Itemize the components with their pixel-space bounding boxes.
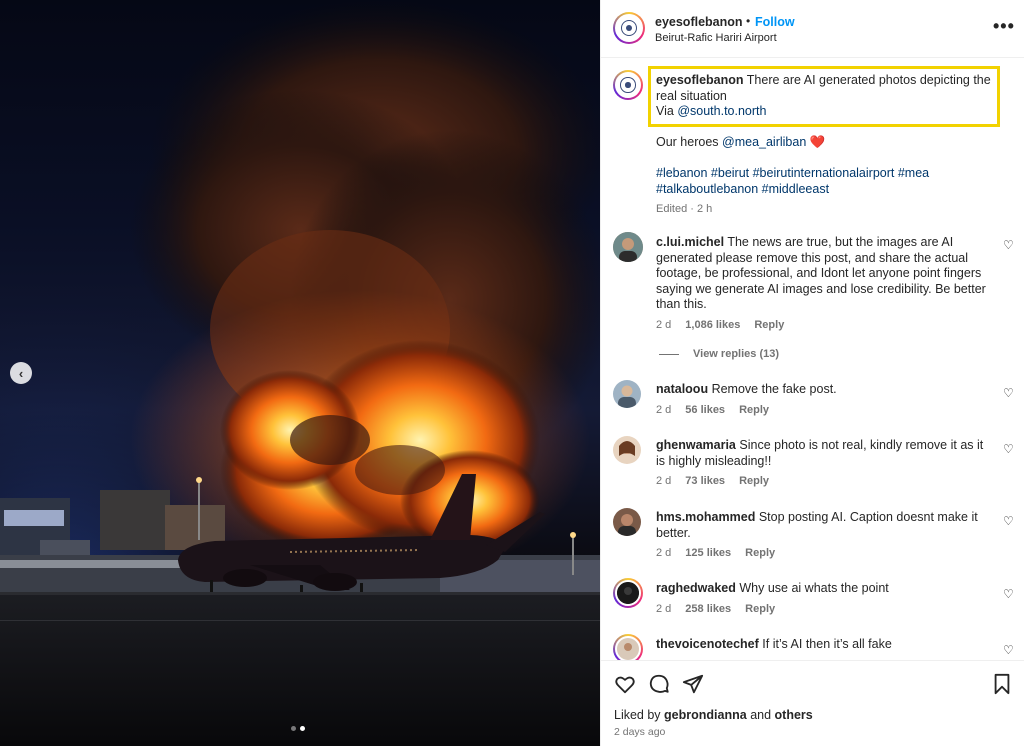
author-username[interactable]: eyesoflebanon: [655, 15, 743, 29]
comment-meta: 2 d 73 likes Reply: [656, 475, 769, 487]
carousel-dot: [291, 726, 296, 731]
comment-body: thevoicenotechef If it’s AI then it’s al…: [656, 637, 991, 653]
commenter-username[interactable]: raghedwaked: [656, 581, 736, 595]
comment-time: 2 d: [656, 603, 672, 615]
heroes-text: Our heroes: [656, 135, 719, 149]
commenter-username[interactable]: thevoicenotechef: [656, 637, 759, 651]
post-image[interactable]: ‹: [0, 0, 600, 746]
replies-divider-line: [659, 353, 679, 355]
paper-plane-icon[interactable]: [682, 673, 704, 695]
follow-button[interactable]: Follow: [755, 15, 795, 29]
red-heart-emoji: ❤️: [809, 135, 826, 149]
comment-likes[interactable]: 258 likes: [685, 603, 731, 615]
comment-time: 2 d: [656, 404, 672, 416]
liked-by-prefix: Liked by: [614, 708, 661, 722]
view-replies-button[interactable]: View replies (13): [659, 348, 779, 360]
comment-meta: 2 d 125 likes Reply: [656, 547, 775, 559]
comment-text: Remove the fake post.: [711, 382, 837, 396]
caption-highlight-box: [648, 66, 1000, 127]
heart-outline-icon[interactable]: [614, 673, 636, 695]
reply-button[interactable]: Reply: [745, 547, 775, 559]
commenter-avatar[interactable]: [613, 232, 643, 262]
comment-body: hms.mohammed Stop posting AI. Caption do…: [656, 510, 991, 541]
post-actions-bar: Liked by gebrondianna and others 2 days …: [601, 660, 1024, 746]
post-age: 2 days ago: [614, 726, 666, 738]
caption-avatar[interactable]: [613, 70, 643, 100]
commenter-avatar[interactable]: [613, 578, 643, 608]
comment-bubble-icon[interactable]: [648, 673, 670, 695]
caption-heroes: Our heroes @mea_airliban ❤️: [656, 135, 976, 151]
commenter-avatar[interactable]: [613, 508, 641, 536]
comment-body: nataloou Remove the fake post.: [656, 382, 991, 398]
reply-button[interactable]: Reply: [745, 603, 775, 615]
liked-by-and: and: [750, 708, 772, 722]
liked-by-user-link[interactable]: gebrondianna: [664, 708, 747, 722]
reply-button[interactable]: Reply: [739, 404, 769, 416]
like-comment-heart-icon[interactable]: ♡: [1003, 238, 1014, 252]
header-separator: •: [746, 14, 751, 28]
eye-logo-icon: [620, 77, 636, 93]
comment-meta: 2 d 56 likes Reply: [656, 404, 769, 416]
instagram-post-screenshot: ‹ eyesoflebanon • Follow Beirut-Rafic Ha…: [0, 0, 1024, 746]
post-header: eyesoflebanon • Follow Beirut-Rafic Hari…: [601, 0, 1024, 58]
comment-meta: 2 d 258 likes Reply: [656, 603, 775, 615]
view-replies-label: View replies (13): [693, 348, 780, 360]
commenter-username[interactable]: ghenwamaria: [656, 438, 736, 452]
comment-body: c.lui.michel The news are true, but the …: [656, 235, 991, 313]
bookmark-icon[interactable]: [991, 673, 1013, 695]
comment-body: ghenwamaria Since photo is not real, kin…: [656, 438, 991, 469]
edited-timestamp: Edited · 2 h: [656, 203, 713, 215]
caption-hashtags: #lebanon #beirut #beirutinternationalair…: [656, 166, 976, 197]
like-comment-heart-icon[interactable]: ♡: [1003, 386, 1014, 400]
comment-text: If it’s AI then it’s all fake: [762, 637, 892, 651]
comment-time: 2 d: [656, 547, 672, 559]
commenter-username[interactable]: hms.mohammed: [656, 510, 755, 524]
hashtags-line-1[interactable]: #lebanon #beirut #beirutinternationalair…: [656, 166, 929, 180]
commenter-username[interactable]: c.lui.michel: [656, 235, 724, 249]
comment-text: Why use ai whats the point: [739, 581, 889, 595]
previous-image-button[interactable]: ‹: [10, 362, 32, 384]
commenter-username[interactable]: nataloou: [656, 382, 708, 396]
comment-likes[interactable]: 125 likes: [685, 547, 731, 559]
comment-meta: 2 d 1,086 likes Reply: [656, 319, 784, 331]
like-comment-heart-icon[interactable]: ♡: [1003, 442, 1014, 456]
carousel-dot-active: [300, 726, 305, 731]
burning-plane-photo: [0, 0, 600, 746]
post-location[interactable]: Beirut-Rafic Hariri Airport: [655, 32, 777, 44]
author-avatar[interactable]: [613, 12, 645, 44]
comment-time: 2 d: [656, 319, 672, 331]
like-comment-heart-icon[interactable]: ♡: [1003, 643, 1014, 657]
comment-likes[interactable]: 1,086 likes: [685, 319, 740, 331]
commenter-avatar[interactable]: [613, 436, 641, 464]
heroes-handle-link[interactable]: @mea_airliban: [722, 135, 806, 149]
more-options-icon[interactable]: •••: [993, 16, 1015, 37]
like-comment-heart-icon[interactable]: ♡: [1003, 514, 1014, 528]
comment-likes[interactable]: 56 likes: [685, 404, 725, 416]
carousel-dots: [291, 726, 305, 731]
reply-button[interactable]: Reply: [754, 319, 784, 331]
post-side-panel: eyesoflebanon • Follow Beirut-Rafic Hari…: [600, 0, 1024, 746]
reply-button[interactable]: Reply: [739, 475, 769, 487]
like-comment-heart-icon[interactable]: ♡: [1003, 587, 1014, 601]
liked-by-others-link[interactable]: others: [775, 708, 813, 722]
liked-by-text: Liked by gebrondianna and others: [614, 708, 813, 722]
comment-likes[interactable]: 73 likes: [685, 475, 725, 487]
commenter-avatar[interactable]: [613, 380, 641, 408]
eye-logo-icon: [620, 19, 638, 37]
comment-body: raghedwaked Why use ai whats the point: [656, 581, 991, 597]
comment-time: 2 d: [656, 475, 672, 487]
hashtags-line-2[interactable]: #talkaboutlebanon #middleeast: [656, 182, 829, 196]
chevron-left-icon: ‹: [18, 365, 24, 381]
